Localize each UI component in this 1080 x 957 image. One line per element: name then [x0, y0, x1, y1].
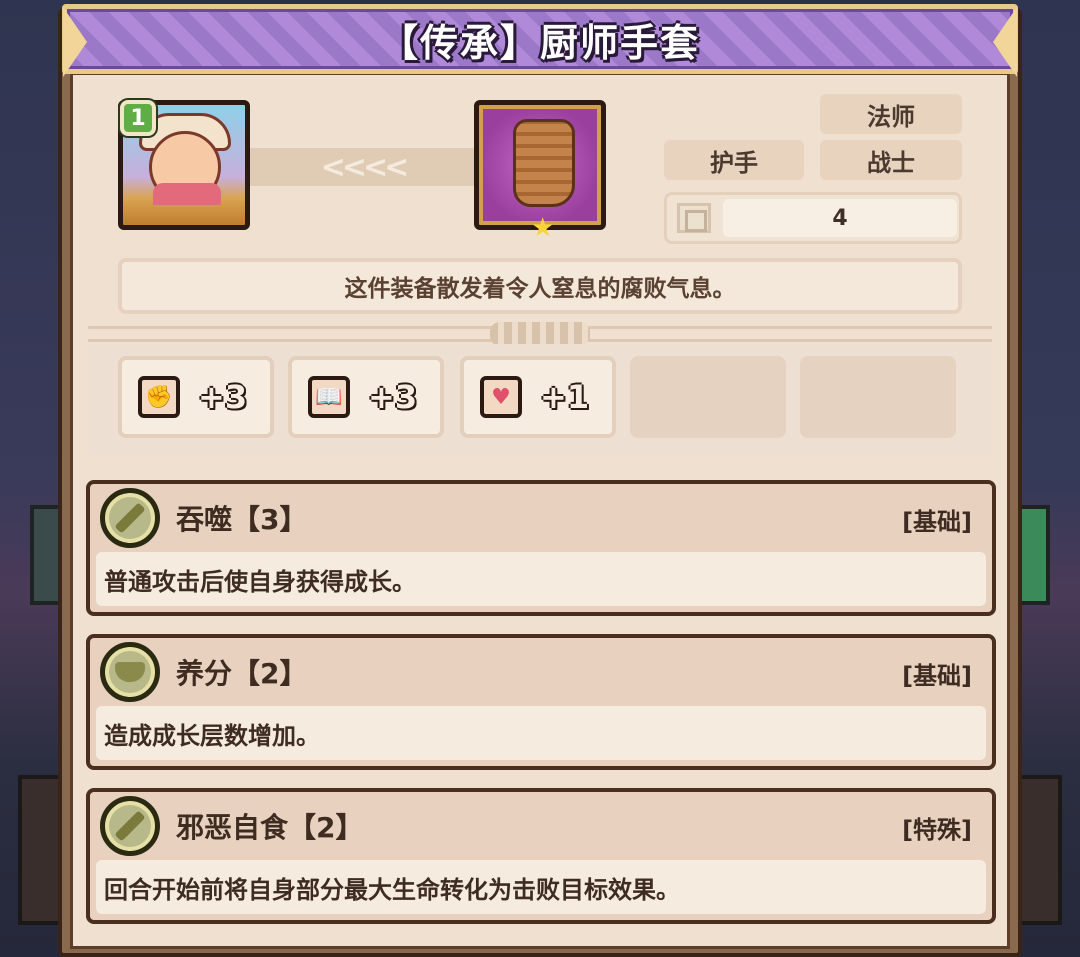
- stat-value: +3: [198, 378, 248, 416]
- item-title: 【传承】厨师手套: [379, 20, 700, 65]
- star-icon: ★: [531, 213, 555, 243]
- skill-card[interactable]: 吞噬【3】 [基础] 普通攻击后使自身获得成长。: [86, 480, 996, 616]
- skill-card[interactable]: 养分【2】 [基础] 造成成长层数增加。: [86, 634, 996, 770]
- stat-slot-intellect[interactable]: 📖 +3: [288, 356, 444, 438]
- stack-icon: [677, 203, 711, 233]
- stat-value: +1: [540, 378, 590, 416]
- skill-description: 造成成长层数增加。: [96, 706, 986, 760]
- class-tag-warrior: 战士: [820, 140, 962, 180]
- stat-slot-health[interactable]: ♥ +1: [460, 356, 616, 438]
- slash-icon: [100, 488, 160, 548]
- skill-type: [基础]: [902, 662, 972, 690]
- heart-icon: ♥: [480, 376, 522, 418]
- skill-type: [基础]: [902, 508, 972, 536]
- hero-level-badge: 1: [120, 100, 156, 136]
- title-ornament-right: [993, 7, 1017, 77]
- stat-slot-strength[interactable]: ✊ +3: [118, 356, 274, 438]
- bowl-icon: [100, 642, 160, 702]
- skill-type: [特殊]: [902, 816, 972, 844]
- glove-item-icon[interactable]: ★: [474, 100, 606, 243]
- skill-card[interactable]: 邪恶自食【2】 [特殊] 回合开始前将自身部分最大生命转化为击败目标效果。: [86, 788, 996, 924]
- transfer-arrows: <<<<: [250, 148, 476, 186]
- title-bar: 【传承】厨师手套: [62, 4, 1018, 77]
- glove-icon: [513, 119, 575, 207]
- skill-description: 回合开始前将自身部分最大生命转化为击败目标效果。: [96, 860, 986, 914]
- skill-header: 养分【2】 [基础]: [90, 638, 992, 706]
- skill-header: 吞噬【3】 [基础]: [90, 484, 992, 552]
- slot-tag: 护手: [664, 140, 804, 180]
- transfer-arrows-icon: <<<<: [320, 149, 410, 185]
- stat-value: +3: [368, 378, 418, 416]
- stats-row: ✊ +3 📖 +3 ♥ +1: [88, 344, 992, 456]
- skill-name: 吞噬【3】: [176, 503, 308, 536]
- skill-header: 邪恶自食【2】 [特殊]: [90, 792, 992, 860]
- divider-ornament: [490, 322, 590, 346]
- book-icon: 📖: [308, 376, 350, 418]
- stat-slot-empty: [800, 356, 956, 438]
- class-tag-mage: 法师: [820, 94, 962, 134]
- skill-description: 普通攻击后使自身获得成长。: [96, 552, 986, 606]
- item-description: 这件装备散发着令人窒息的腐败气息。: [118, 258, 962, 314]
- slash-icon: [100, 796, 160, 856]
- fist-icon: ✊: [138, 376, 180, 418]
- title-ornament-left: [63, 7, 87, 77]
- skill-name: 养分【2】: [176, 657, 308, 690]
- skill-name: 邪恶自食【2】: [176, 811, 364, 844]
- stat-slot-empty: [630, 356, 786, 438]
- stack-box: 4: [664, 192, 962, 244]
- stack-value: 4: [723, 199, 957, 237]
- hero-dress: [153, 183, 221, 205]
